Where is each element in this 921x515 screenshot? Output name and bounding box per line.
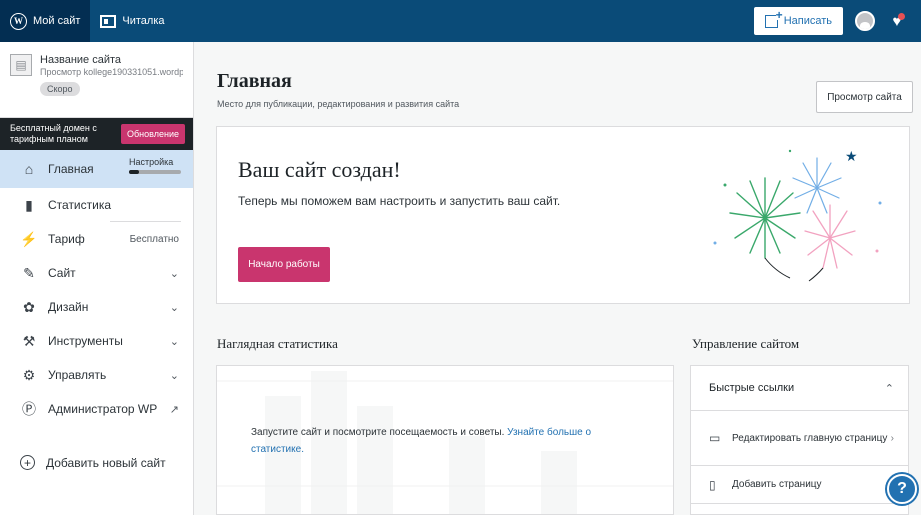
laptop-icon: ▭ [709,431,721,445]
setup-label: Настройка [129,157,174,167]
write-button[interactable]: Написать [753,7,843,35]
quick-links-header[interactable]: Быстрые ссылки ⌃ [691,366,908,411]
sidebar: ▤ Название сайта Просмотр kollege1903310… [0,42,194,515]
sidebar-item-label: Статистика [48,198,112,212]
stats-icon: ▮ [25,196,33,213]
get-started-button[interactable]: Начало работы [238,247,330,282]
sidebar-item-label: Администратор WP [48,402,158,416]
add-page-link[interactable]: ▯ Добавить страницу [691,466,908,504]
masterbar: W Мой сайт Читалка Написать ♥ [0,0,921,42]
quick-links-card: Быстрые ссылки ⌃ ▭ Редактировать главную… [690,365,909,515]
wordpress-icon: Ⓟ [22,401,36,417]
sidebar-item-label: Управлять [48,368,107,382]
write-label: Написать [783,15,832,27]
setup-progress-bar [129,170,181,174]
chevron-right-icon: › [890,432,894,444]
sidebar-item-site[interactable]: ✎ Сайт ⌄ [0,256,193,290]
upgrade-nudge: Бесплатный домен с тарифным планом Обнов… [0,118,193,150]
stats-message: Запустите сайт и посмотрите посещаемость… [251,424,631,458]
notifications-button[interactable]: ♥ [887,11,907,31]
page-subtitle: Место для публикации, редактирования и р… [217,99,460,109]
stats-message-text: Запустите сайт и посмотрите посещаемость… [251,427,508,438]
page-title: Главная [217,70,292,92]
fireworks-illustration: ★ [713,149,882,282]
sidebar-item-home[interactable]: ⌂ Главная Настройка [0,150,193,188]
new-post-icon [764,9,783,28]
sidebar-nav: ⌂ Главная Настройка ▮ Статистика ⚡ Тариф… [0,150,193,426]
add-site-label: Добавить новый сайт [46,455,166,470]
setup-progress-fill [129,170,140,174]
stats-card: Запустите сайт и посмотрите посещаемость… [216,365,674,515]
sidebar-item-label: Дизайн [48,300,89,314]
setup-progress: Настройка [129,157,181,174]
brush-icon: ✿ [23,298,35,315]
sidebar-item-stats[interactable]: ▮ Статистика [0,188,193,222]
notification-dot [898,13,905,20]
page-icon: ▯ [709,477,716,492]
wrench-icon: ⚒ [22,332,36,349]
site-created-card: Ваш сайт создан! Теперь мы поможем вам н… [216,126,910,304]
main-content: Главная Место для публикации, редактиров… [195,42,921,515]
hero-title: Ваш сайт создан! [238,157,401,182]
sidebar-item-design[interactable]: ✿ Дизайн ⌄ [0,290,193,324]
wordpress-logo-icon: W [10,12,27,30]
plan-icon: ⚡ [20,230,38,247]
soon-badge: Скоро [40,82,80,96]
my-site-label: Мой сайт [33,15,81,27]
chevron-down-icon: ⌄ [169,267,179,280]
site-card[interactable]: ▤ Название сайта Просмотр kollege1903310… [0,42,193,118]
help-button[interactable]: ? [887,474,917,504]
add-new-site-link[interactable]: + Добавить новый сайт [20,455,166,470]
site-icon: ▤ [10,54,32,76]
quick-link-label: Добавить страницу [732,479,822,490]
question-icon: ? [897,480,907,497]
manage-section-title: Управление сайтом [692,336,800,351]
gear-icon: ⚙ [22,366,36,383]
pencil-icon: ✎ [23,264,35,281]
upgrade-button[interactable]: Обновление [121,124,185,144]
home-icon: ⌂ [24,161,34,177]
edit-homepage-link[interactable]: ▭ Редактировать главную страницу › [691,411,908,466]
sidebar-item-plan[interactable]: ⚡ Тариф Бесплатно [0,222,193,256]
quick-links-title: Быстрые ссылки [709,382,795,394]
sidebar-item-label: Сайт [48,266,76,280]
upgrade-text: Бесплатный домен с тарифным планом [10,123,97,144]
stats-section-title: Наглядная статистика [217,336,338,351]
sidebar-item-wp-admin[interactable]: Ⓟ Администратор WP ↗ [0,392,193,426]
site-name: Название сайта [40,54,122,66]
external-link-icon: ↗ [169,403,179,416]
svg-text:★: ★ [845,149,858,165]
chevron-up-icon: ⌃ [884,382,894,395]
quick-link-label: Редактировать главную страницу [732,432,888,444]
plan-badge: Бесплатно [129,233,179,245]
chevron-down-icon: ⌄ [169,369,179,382]
site-url[interactable]: Просмотр kollege190331051.wordpress.com [40,67,183,77]
sidebar-item-label: Инструменты [48,334,123,348]
plus-circle-icon: + [20,455,35,470]
user-avatar[interactable] [855,11,875,31]
reader-label: Читалка [122,15,165,27]
reader-button[interactable]: Читалка [90,0,174,42]
view-site-button[interactable]: Просмотр сайта [816,81,913,113]
chevron-down-icon: ⌄ [169,335,179,348]
reader-icon [100,14,117,28]
my-site-button[interactable]: W Мой сайт [0,0,91,42]
hero-text: Теперь мы поможем вам настроить и запуст… [238,194,561,208]
chevron-down-icon: ⌄ [169,301,179,314]
sidebar-item-manage[interactable]: ⚙ Управлять ⌄ [0,358,193,392]
sidebar-item-label: Тариф [48,232,85,246]
sidebar-item-tools[interactable]: ⚒ Инструменты ⌄ [0,324,193,358]
